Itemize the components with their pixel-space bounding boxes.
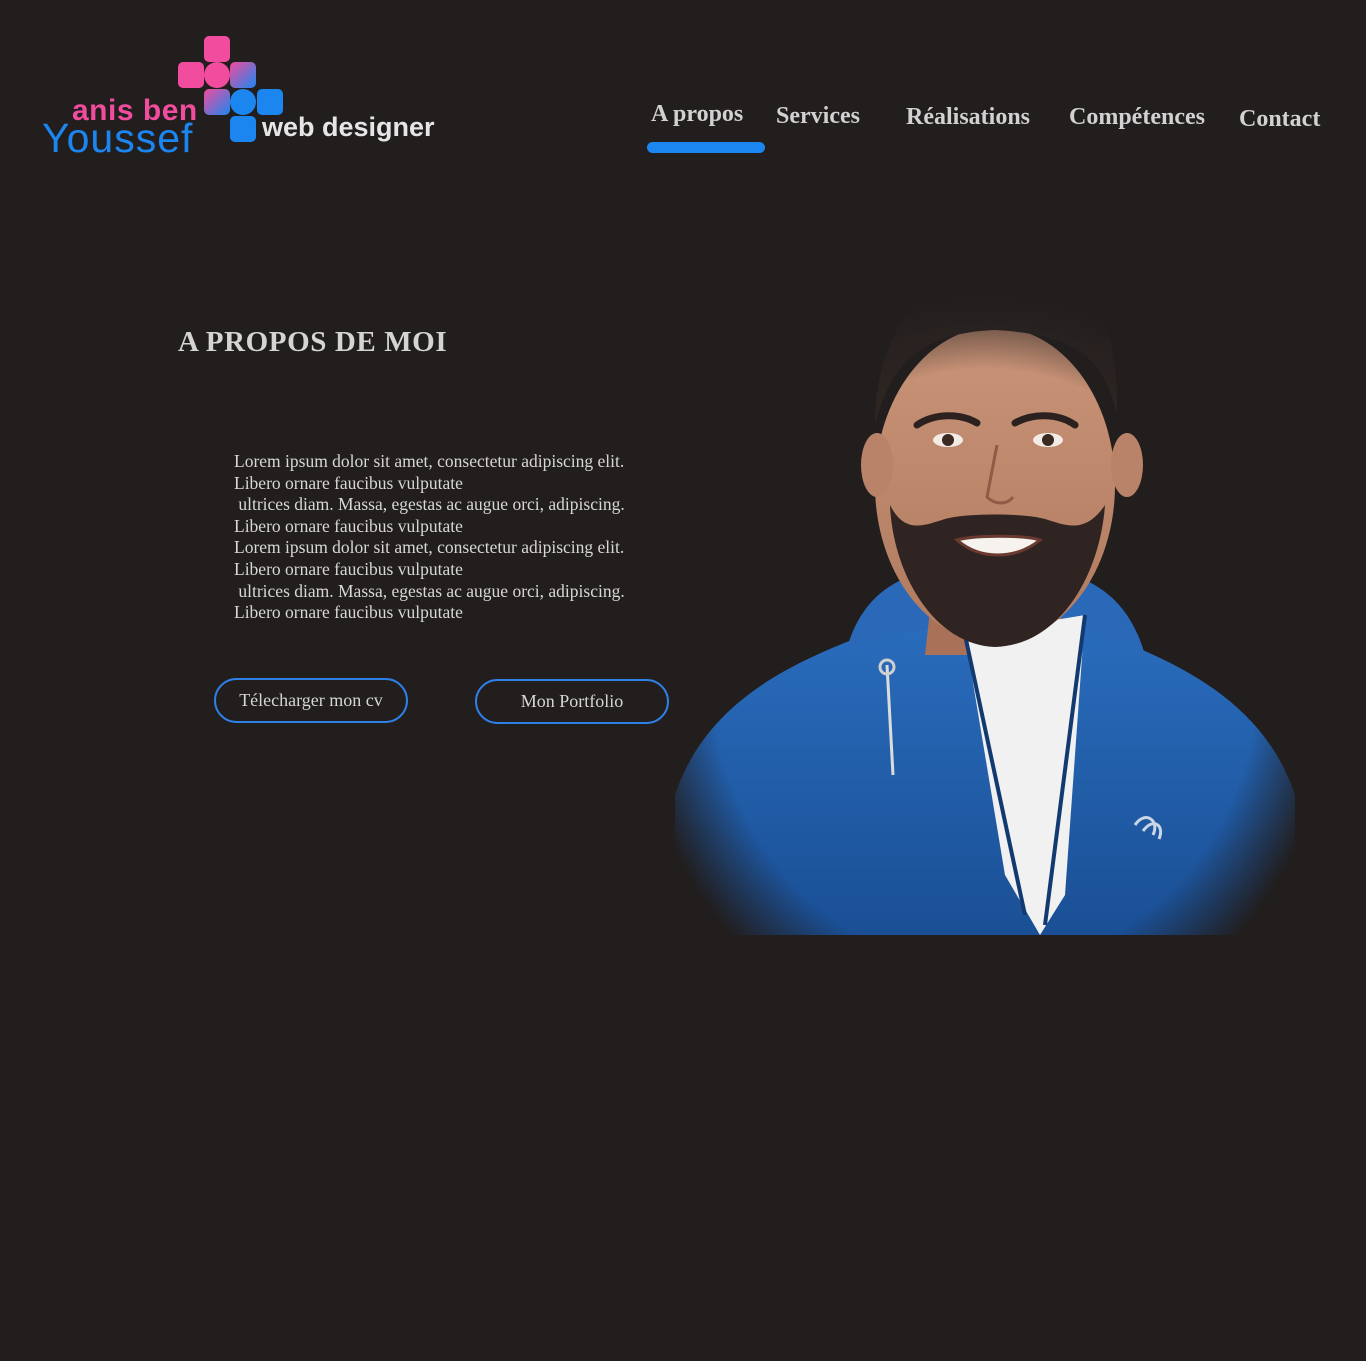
portfolio-button[interactable]: Mon Portfolio: [475, 679, 669, 724]
logo-square: [204, 62, 230, 88]
paragraph-line: Libero ornare faucibus vulputate: [234, 558, 463, 579]
paragraph-line: Libero ornare faucibus vulputate: [234, 472, 463, 493]
paragraph-line: ultrices diam. Massa, egestas ac augue o…: [234, 580, 625, 601]
nav-item-a-propos[interactable]: A propos: [651, 102, 743, 126]
logo-tagline: web designer: [262, 112, 435, 142]
nav-active-indicator: [647, 142, 765, 153]
nav-item-realisations[interactable]: Réalisations: [906, 105, 1030, 129]
profile-photo: [675, 255, 1295, 935]
page-title: A PROPOS DE MOI: [178, 326, 448, 358]
about-paragraph: Lorem ipsum dolor sit amet, consectetur …: [234, 451, 694, 624]
paragraph-line: Lorem ipsum dolor sit amet, consectetur …: [234, 537, 625, 558]
logo-square: [230, 116, 256, 142]
logo-square: [178, 62, 204, 88]
paragraph-line: Libero ornare faucibus vulputate: [234, 602, 463, 623]
paragraph-line: Lorem ipsum dolor sit amet, consectetur …: [234, 451, 625, 471]
logo-square: [204, 89, 230, 115]
paragraph-line: ultrices diam. Massa, egestas ac augue o…: [234, 494, 625, 515]
download-cv-button[interactable]: Télecharger mon cv: [214, 678, 408, 723]
paragraph-line: Libero ornare faucibus vulputate: [234, 515, 463, 536]
nav-item-competences[interactable]: Compétences: [1069, 105, 1205, 129]
nav-item-contact[interactable]: Contact: [1239, 107, 1320, 131]
logo-square: [230, 89, 256, 115]
nav-item-services[interactable]: Services: [776, 104, 860, 128]
site-logo[interactable]: anis ben Youssef web designer: [40, 34, 440, 160]
logo-square: [230, 62, 256, 88]
logo-square: [204, 36, 230, 62]
logo-name-bottom: Youssef: [42, 115, 194, 161]
